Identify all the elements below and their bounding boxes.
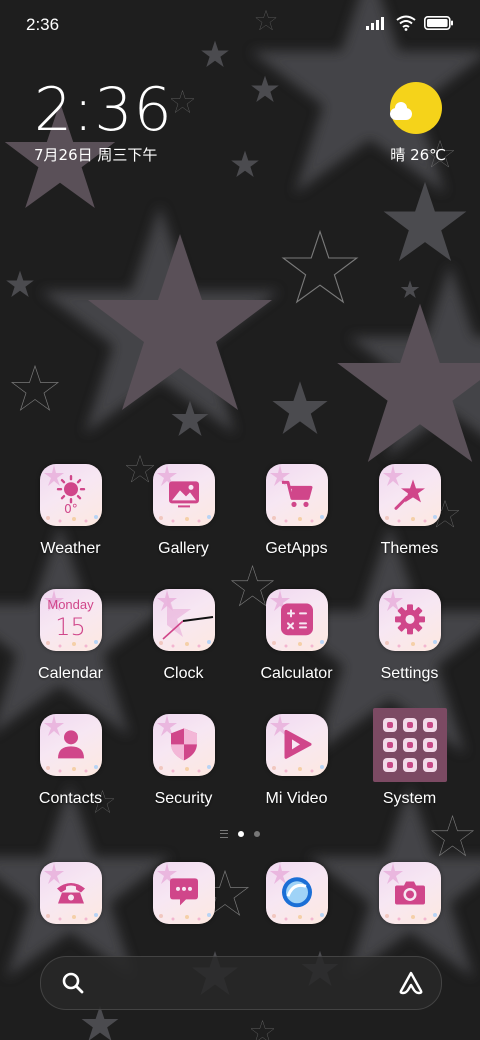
dots-decoration [384,913,437,921]
dock-phone[interactable] [14,862,127,924]
dots-decoration [158,515,211,523]
dots-decoration [158,640,211,648]
app-themes[interactable]: Themes [353,464,466,558]
page-dot [254,831,260,837]
app-settings[interactable]: Settings [353,589,466,683]
shield-icon [170,728,197,761]
app-contacts[interactable]: Contacts [14,714,127,808]
messages-app-icon [152,862,215,924]
app-getapps[interactable]: GetApps [240,464,353,558]
app-calculator[interactable]: Calculator [240,589,353,683]
dots-decoration [158,913,211,921]
status-time: 2:36 [26,15,60,34]
dots-decoration [271,913,324,921]
play-icon [284,729,311,759]
mi-video-app-icon [265,714,328,776]
contacts-app-icon [39,714,102,776]
battery-icon [424,16,453,30]
app-label: Calculator [260,665,333,682]
signal-icon [366,17,384,30]
app-mi-video[interactable]: Mi Video [240,714,353,808]
getapps-app-icon [265,464,328,526]
app-label: Settings [380,665,439,682]
dock-browser[interactable] [240,862,353,924]
clock-widget[interactable]: 2:36 7月26日 周三下午 [34,78,173,165]
folder-grid-icon [372,708,447,782]
search-bar[interactable] [40,956,442,1010]
page-list-icon [220,830,228,838]
globe-icon [281,877,312,908]
app-label: Calendar [38,665,103,682]
sun-cloud-icon [390,82,442,134]
calculator-icon [280,603,313,636]
app-label: Clock [163,665,204,682]
dots-decoration [45,765,98,773]
dots-decoration [271,765,324,773]
phone-app-icon [39,862,102,924]
camera-icon [394,881,425,905]
cart-icon [281,480,312,507]
gear-icon [394,604,425,635]
sun-icon: 0° [56,475,85,514]
dots-decoration [45,515,98,523]
app-security[interactable]: Security [127,714,240,808]
widget-date: 7月26日 周三下午 [34,146,158,164]
page-dot-active [238,831,244,837]
chat-icon [169,878,198,906]
app-label: Gallery [158,540,209,557]
calendar-day-name: Monday [47,597,94,612]
weather-widget[interactable]: 晴 26℃ [390,82,446,165]
app-clock[interactable]: Clock [127,589,240,683]
widget-time: 2:36 [34,75,173,145]
app-label: System [382,790,437,807]
app-gallery[interactable]: Gallery [127,464,240,558]
themes-app-icon [378,464,441,526]
camera-app-icon [378,862,441,924]
status-bar: 2:36 [0,0,480,50]
security-app-icon [152,714,215,776]
image-icon [168,481,199,508]
dots-decoration [158,765,211,773]
search-icon[interactable] [61,971,85,995]
page-indicator[interactable] [0,830,480,838]
dots-decoration [384,515,437,523]
gallery-app-icon [152,464,215,526]
app-weather[interactable]: 0° Weather [14,464,127,558]
app-label: Security [154,790,213,807]
dots-decoration [45,640,98,648]
clock-app-icon [152,589,215,651]
app-label: GetApps [265,540,328,557]
weather-app-icon: 0° [39,464,102,526]
app-label: Contacts [38,790,103,807]
app-label: Themes [380,540,439,557]
assistant-icon[interactable] [397,970,425,996]
weather-summary: 晴 26℃ [390,146,446,164]
app-label: Mi Video [265,790,328,807]
calendar-app-icon: Monday 15 [39,589,102,651]
wifi-icon [396,15,416,31]
dock-messages[interactable] [127,862,240,924]
star-wand-icon [394,479,425,510]
calculator-app-icon [265,589,328,651]
dock-camera[interactable] [353,862,466,924]
dots-decoration [271,515,324,523]
app-calendar[interactable]: Monday 15 Calendar [14,589,127,683]
status-icons [366,15,454,31]
phone-icon [56,882,85,904]
person-icon [57,730,84,759]
dots-decoration [384,640,437,648]
app-system-folder[interactable]: System [353,708,466,808]
settings-app-icon [378,589,441,651]
app-label: Weather [40,540,101,557]
dots-decoration [271,640,324,648]
browser-app-icon [265,862,328,924]
dots-decoration [45,913,98,921]
